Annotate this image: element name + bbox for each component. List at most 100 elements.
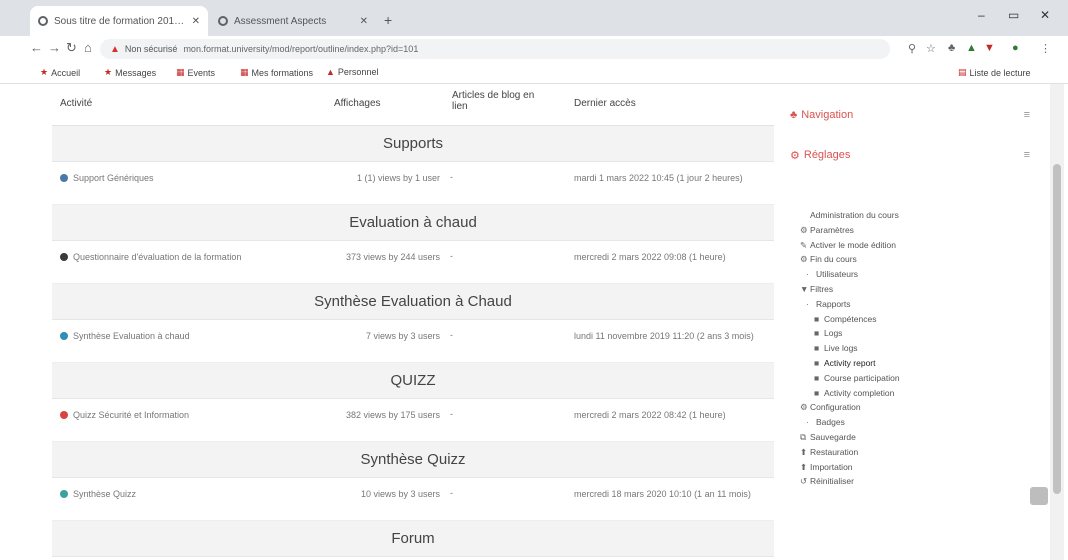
bookmark-item[interactable]: ▦ Events bbox=[176, 67, 215, 78]
activity-name: Synthèse Quizz bbox=[73, 489, 137, 499]
reset-icon: ↺ bbox=[800, 476, 808, 487]
bookmark-item[interactable]: ▦ Mes formations bbox=[240, 67, 313, 78]
settings-item[interactable]: ⬆ Importation bbox=[800, 460, 980, 475]
gear-icon: ⚙ bbox=[800, 402, 808, 413]
section-header: Evaluation à chaud bbox=[52, 205, 774, 241]
table-row: Synthèse Evaluation à chaud 7 views by 3… bbox=[52, 320, 774, 363]
backup-icon: ⧉ bbox=[800, 431, 807, 442]
settings-tree: Administration du cours ⚙ Paramètres ✎ Act… bbox=[800, 208, 980, 489]
activity-link[interactable]: Quizz Sécurité et Information bbox=[60, 409, 292, 421]
views-cell: 1 (1) views by 1 user bbox=[356, 173, 440, 183]
bookmarks-bar: ★ Accueil ★ Messages ▦ Events ▦ Mes formatio… bbox=[0, 62, 1068, 84]
last-access-cell: mercredi 2 mars 2022 08:42 (1 heure) bbox=[574, 410, 726, 420]
settings-item[interactable]: ⚙ Paramètres bbox=[800, 223, 980, 238]
activity-icon bbox=[60, 253, 68, 261]
page-scrollbar[interactable] bbox=[1050, 84, 1064, 560]
navigation-block-header[interactable]: ♣ Navigation ≡ bbox=[790, 100, 1030, 130]
maximize-icon[interactable]: ▭ bbox=[1008, 8, 1019, 22]
activity-link[interactable]: Questionnaire d'évaluation de la formati… bbox=[60, 251, 292, 263]
settings-item[interactable]: ■ Course participation bbox=[800, 371, 980, 386]
settings-item[interactable]: ⬆ Restauration bbox=[800, 445, 980, 460]
settings-item[interactable]: ✎ Activer le mode édition bbox=[800, 238, 980, 253]
settings-item[interactable]: · Badges bbox=[800, 415, 980, 430]
bookmark-star-icon[interactable]: ☆ bbox=[926, 42, 936, 55]
settings-item[interactable]: ⧉ Sauvegarde bbox=[800, 430, 980, 445]
settings-item[interactable]: ⚙ Configuration bbox=[800, 400, 980, 415]
back-to-top-button[interactable] bbox=[1030, 487, 1048, 505]
section-header: QUIZZ bbox=[52, 363, 774, 399]
views-cell: 373 views by 244 users bbox=[345, 252, 440, 262]
insecure-label: Non sécurisé bbox=[124, 44, 178, 54]
settings-item[interactable]: Administration du cours bbox=[800, 208, 980, 223]
home-icon[interactable]: ⌂ bbox=[84, 40, 92, 55]
minimize-icon[interactable]: – bbox=[978, 8, 985, 22]
close-tab-icon[interactable]: ✕ bbox=[192, 16, 200, 27]
back-icon[interactable]: ← bbox=[30, 40, 43, 55]
forward-icon[interactable]: → bbox=[48, 40, 61, 55]
settings-item[interactable]: ⚙ Fin du cours bbox=[800, 252, 980, 267]
table-row: Synthèse Quizz 10 views by 3 users - mer… bbox=[52, 478, 774, 521]
address-bar[interactable]: ▲ Non sécurisé mon.format.university/mod… bbox=[100, 39, 890, 59]
report-icon: ■ bbox=[814, 328, 820, 339]
section-header: Synthèse Quizz bbox=[52, 442, 774, 478]
views-cell: 7 views by 3 users bbox=[365, 331, 440, 341]
reload-icon[interactable]: ↻ bbox=[66, 40, 77, 56]
url-text[interactable]: mon.format.university/mod/report/outline… bbox=[183, 44, 418, 54]
report-icon: ■ bbox=[814, 387, 820, 398]
bookmark-item[interactable]: ★ Accueil bbox=[40, 67, 80, 78]
settings-item[interactable]: · Rapports bbox=[800, 297, 980, 312]
settings-block: ⚙ Réglages ≡ bbox=[790, 140, 1030, 170]
extension-icon[interactable]: ▼ bbox=[984, 42, 995, 54]
settings-item[interactable]: ■ Activity completion bbox=[800, 386, 980, 401]
last-access-cell: mardi 1 mars 2022 10:45 (1 jour 2 heures… bbox=[574, 173, 743, 183]
extension-icon[interactable]: ♣ bbox=[948, 42, 955, 54]
browser-tab[interactable]: Assessment Aspects ✕ bbox=[210, 6, 376, 36]
activity-link[interactable]: Support Génériques bbox=[60, 172, 292, 184]
extension-icon[interactable]: ▲ bbox=[966, 42, 977, 54]
activity-name: Support Génériques bbox=[73, 173, 154, 183]
activity-name: Quizz Sécurité et Information bbox=[73, 410, 190, 420]
settings-item[interactable]: ■ Live logs bbox=[800, 341, 980, 356]
last-access-cell: mercredi 2 mars 2022 09:08 (1 heure) bbox=[574, 252, 726, 262]
zoom-icon[interactable]: ⚲ bbox=[908, 42, 916, 55]
profile-avatar[interactable]: ● bbox=[1012, 42, 1019, 54]
reading-list[interactable]: ▤ Liste de lecture bbox=[958, 67, 1031, 78]
last-access-cell: mercredi 18 mars 2020 10:10 (1 an 11 moi… bbox=[574, 489, 751, 499]
bookmark-item[interactable]: ▲ Personnel bbox=[326, 67, 378, 77]
settings-block-header[interactable]: ⚙ Réglages ≡ bbox=[790, 140, 1030, 170]
bookmark-icon: ★ bbox=[104, 67, 113, 77]
settings-item[interactable]: ↺ Réinitialiser bbox=[800, 474, 980, 489]
settings-item[interactable]: ■ Compétences bbox=[800, 312, 980, 327]
block-menu-icon[interactable]: ≡ bbox=[1024, 149, 1030, 161]
bullet-icon: · bbox=[806, 298, 809, 309]
settings-item[interactable]: · Utilisateurs bbox=[800, 267, 980, 282]
activity-link[interactable]: Synthèse Quizz bbox=[60, 488, 292, 500]
settings-item[interactable]: ■ Activity report bbox=[800, 356, 980, 371]
bookmark-item[interactable]: ★ Messages bbox=[104, 67, 156, 78]
new-tab-button[interactable]: + bbox=[384, 12, 392, 28]
activity-icon bbox=[60, 490, 68, 498]
menu-icon[interactable]: ⋮ bbox=[1040, 42, 1051, 55]
column-header-views: Affichages bbox=[334, 98, 381, 109]
close-tab-icon[interactable]: ✕ bbox=[360, 16, 368, 27]
table-row: Support Génériques 1 (1) views by 1 user… bbox=[52, 162, 774, 205]
section-header: Supports bbox=[52, 126, 774, 162]
settings-item[interactable]: ▼ Filtres bbox=[800, 282, 980, 297]
settings-item[interactable]: ■ Logs bbox=[800, 326, 980, 341]
scrollbar-thumb[interactable] bbox=[1053, 164, 1061, 494]
table-row: Quizz Sécurité et Information 382 views … bbox=[52, 399, 774, 442]
table-header: Activité Affichages Articles de blog en … bbox=[52, 84, 774, 126]
bookmark-icon: ★ bbox=[40, 67, 49, 77]
section-header: Forum bbox=[52, 521, 774, 557]
activity-link[interactable]: Synthèse Evaluation à chaud bbox=[60, 330, 292, 342]
report-icon: ■ bbox=[814, 343, 820, 354]
bullet-icon: · bbox=[806, 417, 809, 428]
block-menu-icon[interactable]: ≡ bbox=[1024, 109, 1030, 121]
close-window-icon[interactable]: ✕ bbox=[1040, 8, 1050, 22]
gear-icon: ⚙ bbox=[800, 224, 808, 235]
browser-tab-active[interactable]: Sous titre de formation 2017: A... ✕ bbox=[30, 6, 208, 36]
navigation-title: Navigation bbox=[801, 109, 854, 121]
tab-title: Sous titre de formation 2017: A... bbox=[54, 15, 186, 27]
report-icon: ■ bbox=[814, 357, 820, 368]
site-favicon-icon bbox=[38, 16, 48, 26]
